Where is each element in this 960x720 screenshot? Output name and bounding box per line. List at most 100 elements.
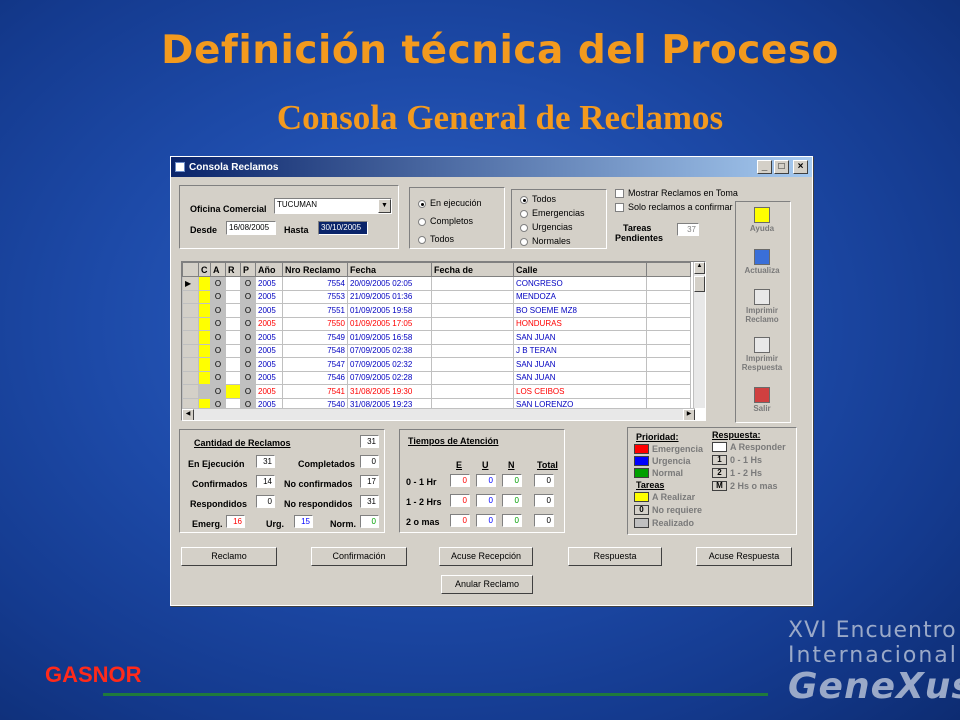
grid-header-nro[interactable]: Nro Reclamo — [282, 262, 348, 277]
cell-r[interactable] — [225, 343, 241, 358]
imprimir-reclamo-button[interactable]: Imprimir Reclamo — [737, 289, 787, 324]
table-row[interactable]: O O 2005 7550 01/09/2005 17:05 HONDURAS — [182, 316, 691, 331]
acuse-respuesta-button[interactable]: Acuse Respuesta — [696, 547, 792, 566]
cell-fecha[interactable]: 20/09/2005 02:05 — [347, 276, 432, 291]
cell-nro[interactable]: 7547 — [282, 357, 348, 372]
cell-calle[interactable]: SAN JUAN — [513, 330, 647, 345]
cell-a[interactable]: O — [210, 343, 226, 358]
scroll-thumb[interactable] — [694, 276, 705, 292]
radio-en-ejecucion[interactable] — [418, 200, 426, 208]
grid-header-p[interactable]: P — [240, 262, 256, 277]
cell-p[interactable]: O — [240, 370, 256, 385]
cell-nro[interactable]: 7553 — [282, 289, 348, 304]
table-row[interactable]: O O 2005 7547 07/09/2005 02:32 SAN JUAN — [182, 357, 691, 372]
cell-anio[interactable]: 2005 — [255, 303, 283, 318]
cell-extra[interactable] — [646, 370, 691, 385]
cell-c[interactable] — [198, 289, 211, 304]
cell-anio[interactable]: 2005 — [255, 316, 283, 331]
cell-fecha-de[interactable] — [431, 330, 514, 345]
cell-c[interactable] — [198, 343, 211, 358]
respuesta-button[interactable]: Respuesta — [568, 547, 662, 566]
cell-calle[interactable]: HONDURAS — [513, 316, 647, 331]
cell-calle[interactable]: SAN JUAN — [513, 357, 647, 372]
grid-hscrollbar[interactable]: ◀ ▶ — [182, 408, 695, 420]
cell-r[interactable] — [225, 316, 241, 331]
table-row[interactable]: ▶ O O 2005 7554 20/09/2005 02:05 CONGRESO — [182, 276, 691, 291]
cell-fecha-de[interactable] — [431, 370, 514, 385]
cell-r[interactable] — [225, 370, 241, 385]
cell-extra[interactable] — [646, 384, 691, 399]
cell-r[interactable] — [225, 384, 241, 399]
table-row[interactable]: O O 2005 7541 31/08/2005 19:30 LOS CEIBOS — [182, 384, 691, 399]
minimize-button[interactable]: _ — [757, 160, 772, 174]
cell-nro[interactable]: 7554 — [282, 276, 348, 291]
cell-a[interactable]: O — [210, 384, 226, 399]
acuse-recepcion-button[interactable]: Acuse Recepción — [439, 547, 533, 566]
cell-a[interactable]: O — [210, 316, 226, 331]
grid-header-fecha[interactable]: Fecha — [347, 262, 432, 277]
scroll-right-icon[interactable]: ▶ — [683, 409, 695, 420]
chk-solo-confirmar[interactable] — [615, 203, 624, 212]
row-selector[interactable]: ▶ — [182, 276, 199, 291]
cell-c[interactable] — [198, 316, 211, 331]
table-row[interactable]: O O 2005 7551 01/09/2005 19:58 BO SOEME MZ8 — [182, 303, 691, 318]
row-selector[interactable] — [182, 303, 199, 318]
chk-mostrar-toma[interactable] — [615, 189, 624, 198]
radio-normales[interactable] — [520, 238, 528, 246]
cell-calle[interactable]: CONGRESO — [513, 276, 647, 291]
cell-extra[interactable] — [646, 343, 691, 358]
cell-anio[interactable]: 2005 — [255, 330, 283, 345]
grid-header-fecha-de[interactable]: Fecha de — [431, 262, 514, 277]
row-selector[interactable] — [182, 343, 199, 358]
grid-header-r[interactable]: R — [225, 262, 241, 277]
cell-anio[interactable]: 2005 — [255, 289, 283, 304]
cell-calle[interactable]: J B TERAN — [513, 343, 647, 358]
cell-p[interactable]: O — [240, 357, 256, 372]
radio-urgencias[interactable] — [520, 224, 528, 232]
salir-button[interactable]: Salir — [737, 387, 787, 413]
cell-p[interactable]: O — [240, 289, 256, 304]
actualiza-button[interactable]: Actualiza — [737, 249, 787, 275]
row-selector[interactable] — [182, 384, 199, 399]
cell-p[interactable]: O — [240, 343, 256, 358]
imprimir-respuesta-button[interactable]: Imprimir Respuesta — [737, 337, 787, 372]
cell-r[interactable] — [225, 330, 241, 345]
cell-r[interactable] — [225, 357, 241, 372]
cell-calle[interactable]: LOS CEIBOS — [513, 384, 647, 399]
cell-fecha[interactable]: 31/08/2005 19:30 — [347, 384, 432, 399]
scroll-up-icon[interactable]: ▲ — [694, 262, 705, 274]
cell-calle[interactable]: BO SOEME MZ8 — [513, 303, 647, 318]
cell-fecha[interactable]: 01/09/2005 17:05 — [347, 316, 432, 331]
radio-completos[interactable] — [418, 218, 426, 226]
cell-anio[interactable]: 2005 — [255, 276, 283, 291]
cell-fecha[interactable]: 07/09/2005 02:38 — [347, 343, 432, 358]
cell-p[interactable]: O — [240, 276, 256, 291]
chevron-down-icon[interactable]: ▼ — [378, 199, 391, 213]
cell-fecha[interactable]: 21/09/2005 01:36 — [347, 289, 432, 304]
cell-r[interactable] — [225, 289, 241, 304]
cell-fecha-de[interactable] — [431, 303, 514, 318]
close-button[interactable]: × — [793, 160, 808, 174]
cell-c[interactable] — [198, 276, 211, 291]
cell-nro[interactable]: 7541 — [282, 384, 348, 399]
cell-extra[interactable] — [646, 316, 691, 331]
cell-p[interactable]: O — [240, 316, 256, 331]
cell-extra[interactable] — [646, 330, 691, 345]
window-titlebar[interactable]: Consola Reclamos _ □ × — [171, 157, 812, 177]
anular-reclamo-button[interactable]: Anular Reclamo — [441, 575, 533, 594]
cell-anio[interactable]: 2005 — [255, 343, 283, 358]
cell-anio[interactable]: 2005 — [255, 370, 283, 385]
cell-nro[interactable]: 7546 — [282, 370, 348, 385]
cell-c[interactable] — [198, 330, 211, 345]
cell-nro[interactable]: 7549 — [282, 330, 348, 345]
cell-c[interactable] — [198, 357, 211, 372]
cell-fecha[interactable]: 07/09/2005 02:32 — [347, 357, 432, 372]
cell-fecha-de[interactable] — [431, 276, 514, 291]
grid-header-c[interactable]: C — [198, 262, 211, 277]
cell-fecha-de[interactable] — [431, 316, 514, 331]
table-row[interactable]: O O 2005 7548 07/09/2005 02:38 J B TERAN — [182, 343, 691, 358]
cell-r[interactable] — [225, 303, 241, 318]
cell-nro[interactable]: 7548 — [282, 343, 348, 358]
cell-fecha-de[interactable] — [431, 343, 514, 358]
row-selector[interactable] — [182, 289, 199, 304]
